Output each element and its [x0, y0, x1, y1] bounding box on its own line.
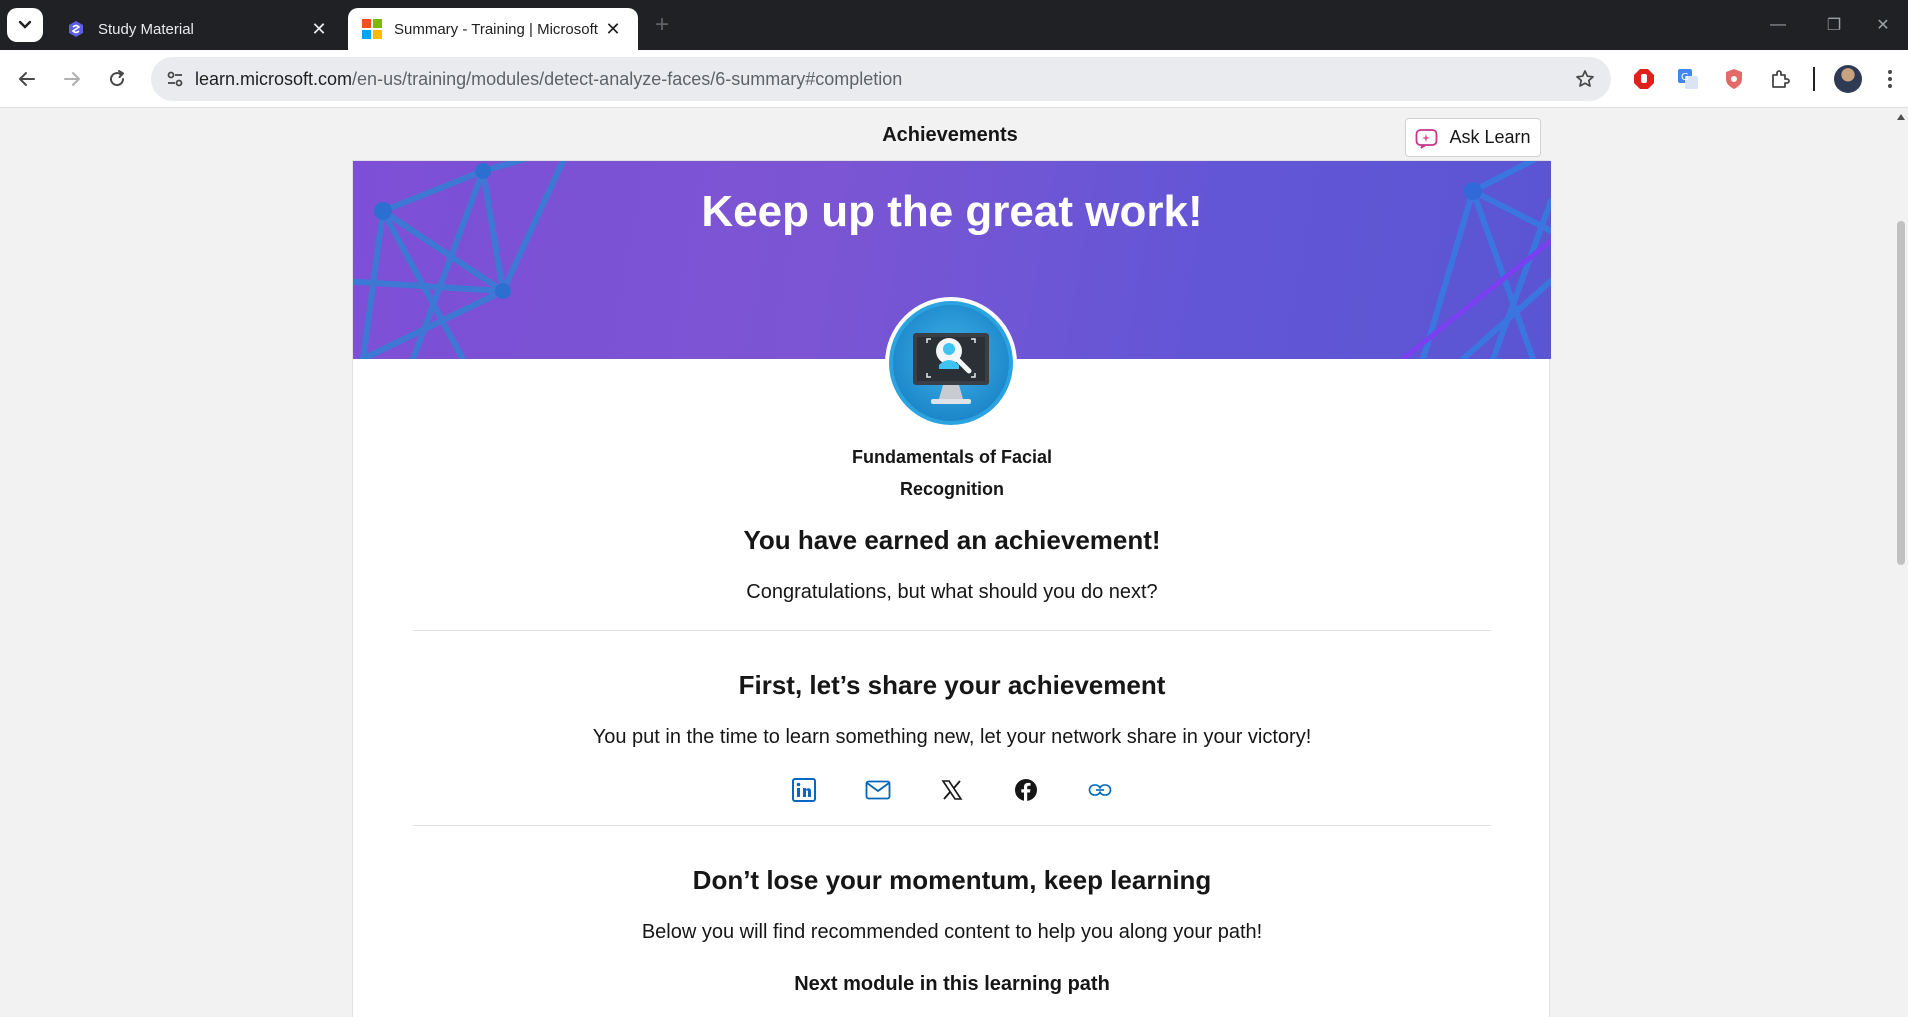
- achievements-title: Achievements: [882, 124, 1018, 146]
- svg-text:G: G: [1681, 72, 1689, 83]
- linkedin-icon: [792, 778, 816, 802]
- profile-avatar[interactable]: [1834, 65, 1862, 93]
- tab-study-material[interactable]: Study Material ✕: [52, 8, 344, 50]
- hero-title: Keep up the great work!: [701, 187, 1203, 236]
- tab-title: Study Material: [98, 20, 194, 38]
- share-buttons: [353, 777, 1551, 803]
- share-heading: First, let’s share your achievement: [738, 670, 1166, 700]
- tab-title: Summary - Training | Microsoft: [394, 20, 598, 38]
- minimize-icon[interactable]: —: [1750, 0, 1806, 50]
- facebook-share-button[interactable]: [1013, 777, 1039, 803]
- back-icon[interactable]: [9, 61, 45, 97]
- email-icon: [865, 780, 891, 800]
- scroll-up-arrow-icon[interactable]: [1897, 114, 1905, 120]
- ask-learn-label: Ask Learn: [1449, 127, 1531, 147]
- extensions-puzzle-icon[interactable]: [1766, 65, 1794, 93]
- divider: [413, 630, 1491, 631]
- momentum-heading: Don’t lose your momentum, keep learning: [692, 865, 1212, 895]
- toolbar-divider: [1813, 67, 1815, 91]
- page-content: Achievements Ask Learn Keep up the great…: [0, 108, 1908, 1017]
- earned-heading: You have earned an achievement!: [743, 525, 1161, 555]
- restore-icon[interactable]: ❐: [1806, 0, 1862, 50]
- next-module-heading: Next module in this learning path: [794, 973, 1110, 995]
- page-scrollbar[interactable]: [1894, 108, 1908, 1017]
- url-text[interactable]: learn.microsoft.com/en-us/training/modul…: [195, 69, 902, 90]
- adblock-extension-icon[interactable]: [1630, 65, 1658, 93]
- tab-search-button[interactable]: [7, 8, 43, 42]
- site-settings-icon[interactable]: [155, 59, 195, 99]
- reload-icon[interactable]: [99, 61, 135, 97]
- translate-extension-icon[interactable]: G: [1674, 65, 1702, 93]
- achievement-badge: [885, 297, 1017, 429]
- x-share-button[interactable]: [939, 777, 965, 803]
- url-path: /en-us/training/modules/detect-analyze-f…: [352, 68, 903, 89]
- email-share-button[interactable]: [865, 777, 891, 803]
- copy-link-button[interactable]: [1087, 777, 1113, 803]
- copy-link-icon: [1088, 784, 1112, 796]
- shield-extension-icon[interactable]: [1720, 65, 1748, 93]
- facial-recognition-badge-icon: [889, 301, 1013, 425]
- menu-kebab-icon[interactable]: [1880, 65, 1900, 93]
- facebook-icon: [1015, 779, 1037, 801]
- tab-summary[interactable]: Summary - Training | Microsoft ✕: [348, 8, 638, 50]
- linkedin-share-button[interactable]: [791, 777, 817, 803]
- close-window-icon[interactable]: ✕: [1858, 0, 1908, 50]
- achievement-card: Keep up the great work! Fundamentals of …: [352, 160, 1551, 1017]
- browser-toolbar: learn.microsoft.com/en-us/training/modul…: [0, 50, 1908, 108]
- forward-icon[interactable]: [54, 61, 90, 97]
- module-name-line2: Recognition: [900, 479, 1004, 499]
- chevron-down-icon: [18, 20, 32, 29]
- module-name-line1: Fundamentals of Facial: [851, 447, 1053, 467]
- ask-learn-icon: [1416, 128, 1438, 149]
- tab-strip: Study Material ✕ Summary - Training | Mi…: [0, 0, 1908, 50]
- momentum-subtext: Below you will find recommended content …: [641, 921, 1263, 943]
- new-tab-icon[interactable]: +: [650, 11, 674, 38]
- module-name: Fundamentals of Facial Recognition: [353, 441, 1551, 505]
- close-tab-icon[interactable]: ✕: [308, 18, 330, 40]
- scrollbar-thumb[interactable]: [1897, 221, 1905, 565]
- address-bar[interactable]: learn.microsoft.com/en-us/training/modul…: [151, 57, 1611, 101]
- divider: [413, 825, 1491, 826]
- ask-learn-button[interactable]: Ask Learn: [1405, 118, 1541, 157]
- microsoft-favicon-icon: [362, 19, 382, 39]
- share-subtext: You put in the time to learn something n…: [592, 726, 1312, 748]
- bookmark-star-icon[interactable]: [1573, 67, 1597, 91]
- close-tab-icon[interactable]: ✕: [602, 18, 624, 40]
- x-icon: [941, 780, 963, 800]
- earned-subtext: Congratulations, but what should you do …: [746, 581, 1158, 603]
- url-host: learn.microsoft.com: [195, 68, 353, 89]
- study-material-favicon-icon: [66, 19, 86, 39]
